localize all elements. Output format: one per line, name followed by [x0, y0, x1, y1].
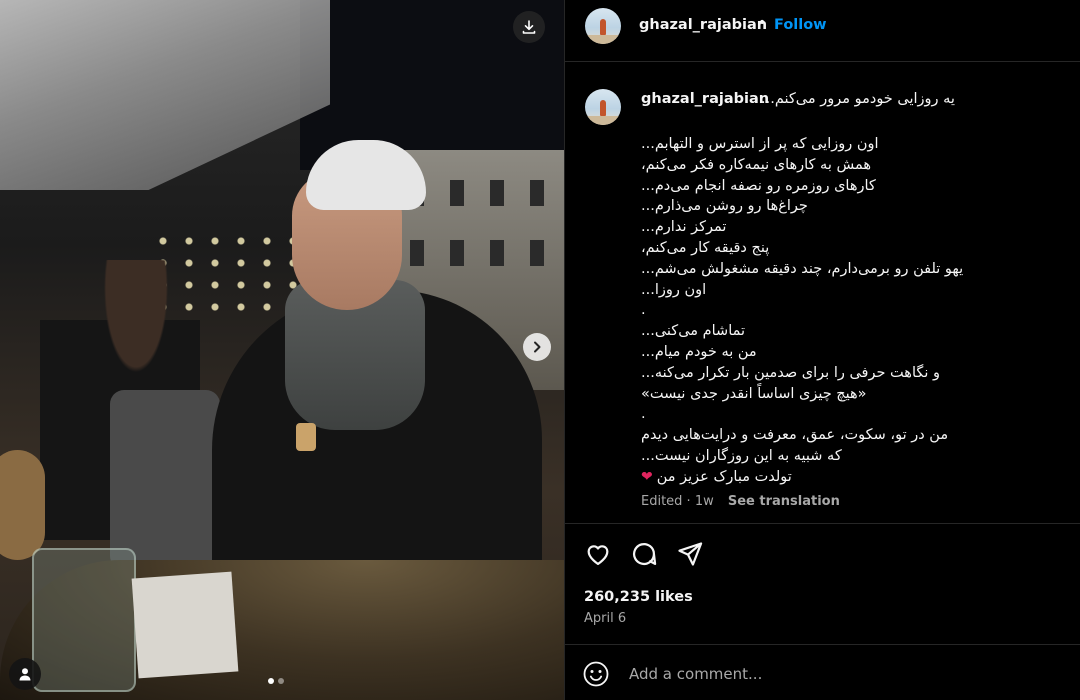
napkin-cutlery [131, 571, 239, 679]
caption-line-text: . [641, 406, 646, 423]
see-translation-link[interactable]: See translation [728, 494, 840, 509]
author-avatar[interactable] [585, 8, 621, 44]
caption-line-text: کارهای روزمره رو نصفه انجام می‌دم... [641, 177, 876, 194]
post-details-panel: ghazal_rajabian • Follow ghazal_rajabian… [564, 0, 1080, 700]
likes-count[interactable]: 260,235 likes [584, 589, 693, 605]
post-header: ghazal_rajabian • Follow [565, 0, 1080, 62]
carousel-indicator [268, 678, 284, 684]
caption-line-text: تمرکز ندارم... [641, 219, 727, 236]
comment-icon[interactable] [630, 540, 658, 568]
chevron-right-icon [534, 341, 541, 353]
caption-line: . [641, 300, 1061, 321]
user-icon [19, 668, 31, 681]
caption-line-text: چراغ‌ها رو روشن می‌ذارم... [641, 198, 808, 215]
water-glass [32, 548, 136, 692]
caption-line: و نگاهت حرفی را برای صدمین بار تکرار می‌… [641, 363, 1061, 384]
carousel-dot-active [268, 678, 274, 684]
caption-line-text: پنج دقیقه کار می‌کنم، [641, 239, 770, 256]
caption-line: من به خودم میام... [641, 342, 1061, 363]
caption-line: تولدت مبارک عزیز من❤ [641, 467, 1061, 488]
caption-line-text: همش به کارهای نیمه‌کاره فکر می‌کنم، [641, 156, 871, 173]
tagged-users-button[interactable] [9, 658, 41, 690]
chair [110, 390, 220, 570]
caption-line: «هیچ چیزی اساساً انقدر جدی نیست» [641, 384, 1061, 405]
caption-line-text: تولدت مبارک عزیز من [656, 468, 792, 485]
caption-first-line: یه روزایی خودمو مرور می‌کنم... [761, 91, 955, 107]
author-username[interactable]: ghazal_rajabian [639, 17, 767, 33]
caption-username[interactable]: ghazal_rajabian [641, 91, 769, 107]
caption-line: کارهای روزمره رو نصفه انجام می‌دم... [641, 176, 1061, 197]
header-separator: • [758, 15, 767, 31]
caption-line: پنج دقیقه کار می‌کنم، [641, 238, 1061, 259]
caption-line: اون روزایی که پر از استرس و التهابم... [641, 134, 1061, 155]
share-icon[interactable] [676, 540, 704, 568]
caption-line: من در تو، سکوت، عمق، معرفت و درایت‌هایی … [641, 425, 1061, 446]
caption-body: اون روزایی که پر از استرس و التهابم... هم… [641, 134, 1061, 488]
caption-line-text: تماشام می‌کنی... [641, 323, 746, 340]
caption-meta: Edited · 1w See translation [641, 494, 840, 509]
download-icon [522, 20, 536, 34]
caption-line-text: من به خودم میام... [641, 343, 757, 360]
caption-line-text: یهو تلفن رو برمی‌دارم، چند دقیقه مشغولش … [641, 260, 964, 277]
comment-bar: Add a comment... [565, 644, 1080, 700]
caption-line: تماشام می‌کنی... [641, 321, 1061, 342]
caption-line: چراغ‌ها رو روشن می‌ذارم... [641, 196, 1061, 217]
caption-line-text: که شبیه به این روزگاران نیست... [641, 447, 842, 464]
comment-input[interactable]: Add a comment... [629, 665, 762, 683]
caption-section: ghazal_rajabian یه روزایی خودمو مرور می‌… [565, 62, 1080, 524]
follow-button[interactable]: Follow [774, 17, 827, 33]
caption-line-text: من در تو، سکوت، عمق، معرفت و درایت‌هایی … [641, 427, 949, 444]
carousel-dot [278, 678, 284, 684]
caption-line-text: اون روزایی که پر از استرس و التهابم... [641, 136, 879, 152]
caption-line: . [641, 404, 1061, 425]
post-photo[interactable] [0, 0, 564, 700]
caption-line-text: اون روزا... [641, 281, 707, 298]
download-button[interactable] [513, 11, 545, 43]
caption-line: همش به کارهای نیمه‌کاره فکر می‌کنم، [641, 155, 1061, 176]
caption-line-text: «هیچ چیزی اساساً انقدر جدی نیست» [641, 385, 867, 402]
caption-avatar[interactable] [585, 89, 621, 125]
heart-icon[interactable] [584, 540, 612, 568]
caption-line: تمرکز ندارم... [641, 217, 1061, 238]
wrist-watch [296, 423, 316, 451]
emoji-icon[interactable] [583, 661, 609, 687]
edited-timestamp: Edited · 1w [641, 494, 714, 509]
caption-line: که شبیه به این روزگاران نیست... [641, 446, 1061, 467]
caption-line-text: . [641, 302, 646, 319]
carousel-next-button[interactable] [523, 333, 551, 361]
caption-line: یهو تلفن رو برمی‌دارم، چند دقیقه مشغولش … [641, 259, 1061, 280]
bread [0, 450, 45, 560]
caption-line: اون روزا... [641, 280, 1061, 301]
cafe-awning [0, 0, 330, 190]
action-bar [565, 524, 1080, 584]
red-heart-emoji: ❤ [641, 468, 653, 485]
post-date: April 6 [584, 611, 627, 626]
caption-line-text: و نگاهت حرفی را برای صدمین بار تکرار می‌… [641, 364, 941, 381]
